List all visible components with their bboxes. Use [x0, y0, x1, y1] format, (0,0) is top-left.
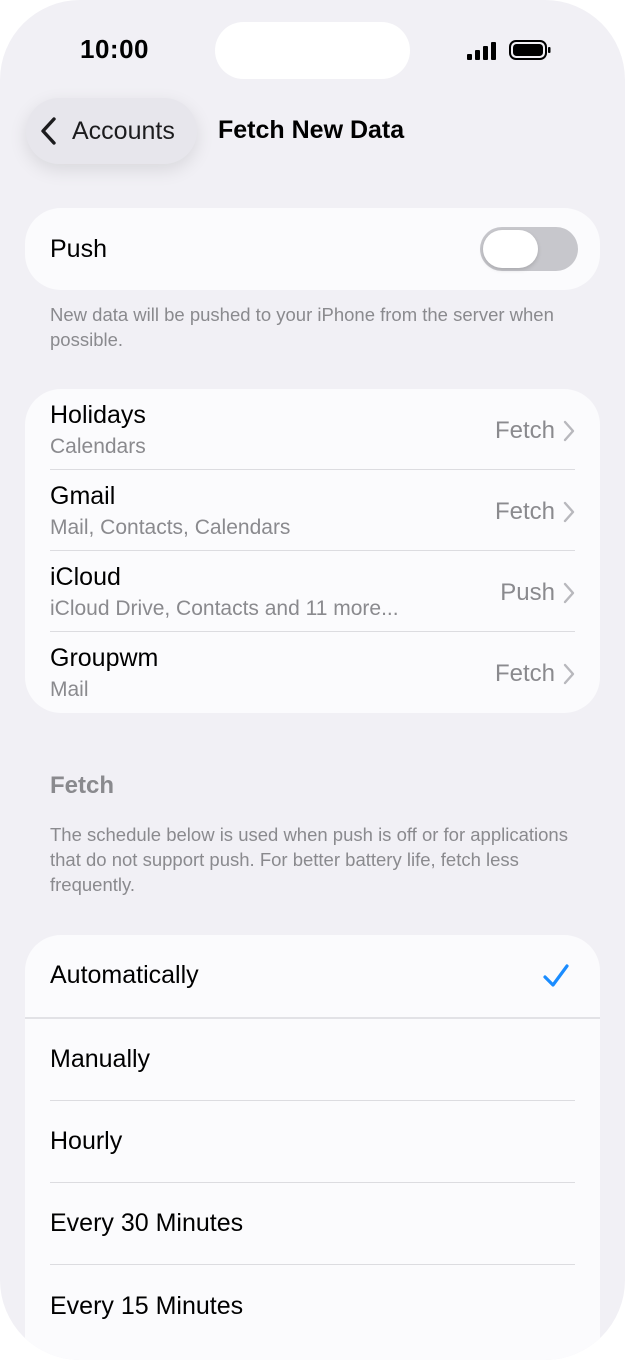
back-button[interactable]: Accounts — [26, 98, 197, 164]
fetch-options-list: Automatically Manually Hourly Every 30 M… — [25, 935, 600, 1360]
option-label: Automatically — [50, 961, 199, 989]
checkmark-icon — [543, 964, 569, 987]
account-name: Groupwm — [50, 644, 159, 672]
account-name: iCloud — [50, 563, 121, 591]
account-fetch-mode: Fetch — [494, 417, 555, 444]
account-name: Holidays — [50, 401, 146, 429]
option-label: Manually — [50, 1045, 151, 1073]
dynamic-island — [215, 22, 410, 79]
account-row-icloud[interactable]: iCloud iCloud Drive, Contacts and 11 mor… — [25, 551, 600, 632]
account-services: Mail — [50, 678, 89, 701]
account-name: Gmail — [50, 482, 116, 510]
fetch-option-every-15-minutes[interactable]: Every 15 Minutes — [25, 1266, 600, 1348]
back-label: Accounts — [72, 116, 175, 145]
phone-screen: 10:00 Accounts Fetch New Data Push New d… — [0, 0, 625, 1360]
fetch-section-header: Fetch — [50, 772, 115, 799]
toggle-knob — [483, 230, 538, 268]
chevron-right-icon — [563, 420, 575, 442]
account-row-groupwm[interactable]: Groupwm Mail Fetch — [25, 632, 600, 713]
account-fetch-mode: Fetch — [494, 498, 555, 525]
account-services: Calendars — [50, 435, 146, 458]
chevron-left-icon — [41, 117, 56, 145]
account-fetch-mode: Push — [500, 579, 555, 606]
status-time: 10:00 — [80, 34, 149, 64]
account-services: iCloud Drive, Contacts and 11 more... — [50, 597, 399, 620]
chevron-right-icon — [563, 663, 575, 685]
chevron-right-icon — [563, 582, 575, 604]
account-services: Mail, Contacts, Calendars — [50, 516, 291, 539]
option-label: Every 30 Minutes — [50, 1209, 244, 1237]
push-toggle[interactable] — [480, 227, 578, 271]
chevron-right-icon — [563, 501, 575, 523]
push-label: Push — [50, 235, 107, 263]
option-label: Every 15 Minutes — [50, 1292, 244, 1320]
fetch-option-every-30-minutes[interactable]: Every 30 Minutes — [25, 1183, 600, 1265]
option-label: Hourly — [50, 1127, 123, 1155]
account-fetch-mode: Fetch — [494, 660, 555, 687]
account-row-holidays[interactable]: Holidays Calendars Fetch — [25, 389, 600, 470]
fetch-footnote: The schedule below is used when push is … — [50, 824, 568, 895]
fetch-option-hourly[interactable]: Hourly — [25, 1101, 600, 1183]
fetch-option-manually[interactable]: Manually — [25, 1019, 600, 1101]
push-footnote: New data will be pushed to your iPhone f… — [50, 304, 554, 350]
fetch-option-automatically[interactable]: Automatically — [25, 935, 600, 1017]
page-title: Fetch New Data — [218, 116, 405, 144]
cellular-signal-icon — [467, 42, 496, 60]
battery-icon — [509, 40, 551, 60]
account-row-gmail[interactable]: Gmail Mail, Contacts, Calendars Fetch — [25, 470, 600, 551]
row-divider — [50, 1264, 575, 1265]
accounts-list: Holidays Calendars Fetch Gmail Mail, Con… — [25, 389, 600, 713]
